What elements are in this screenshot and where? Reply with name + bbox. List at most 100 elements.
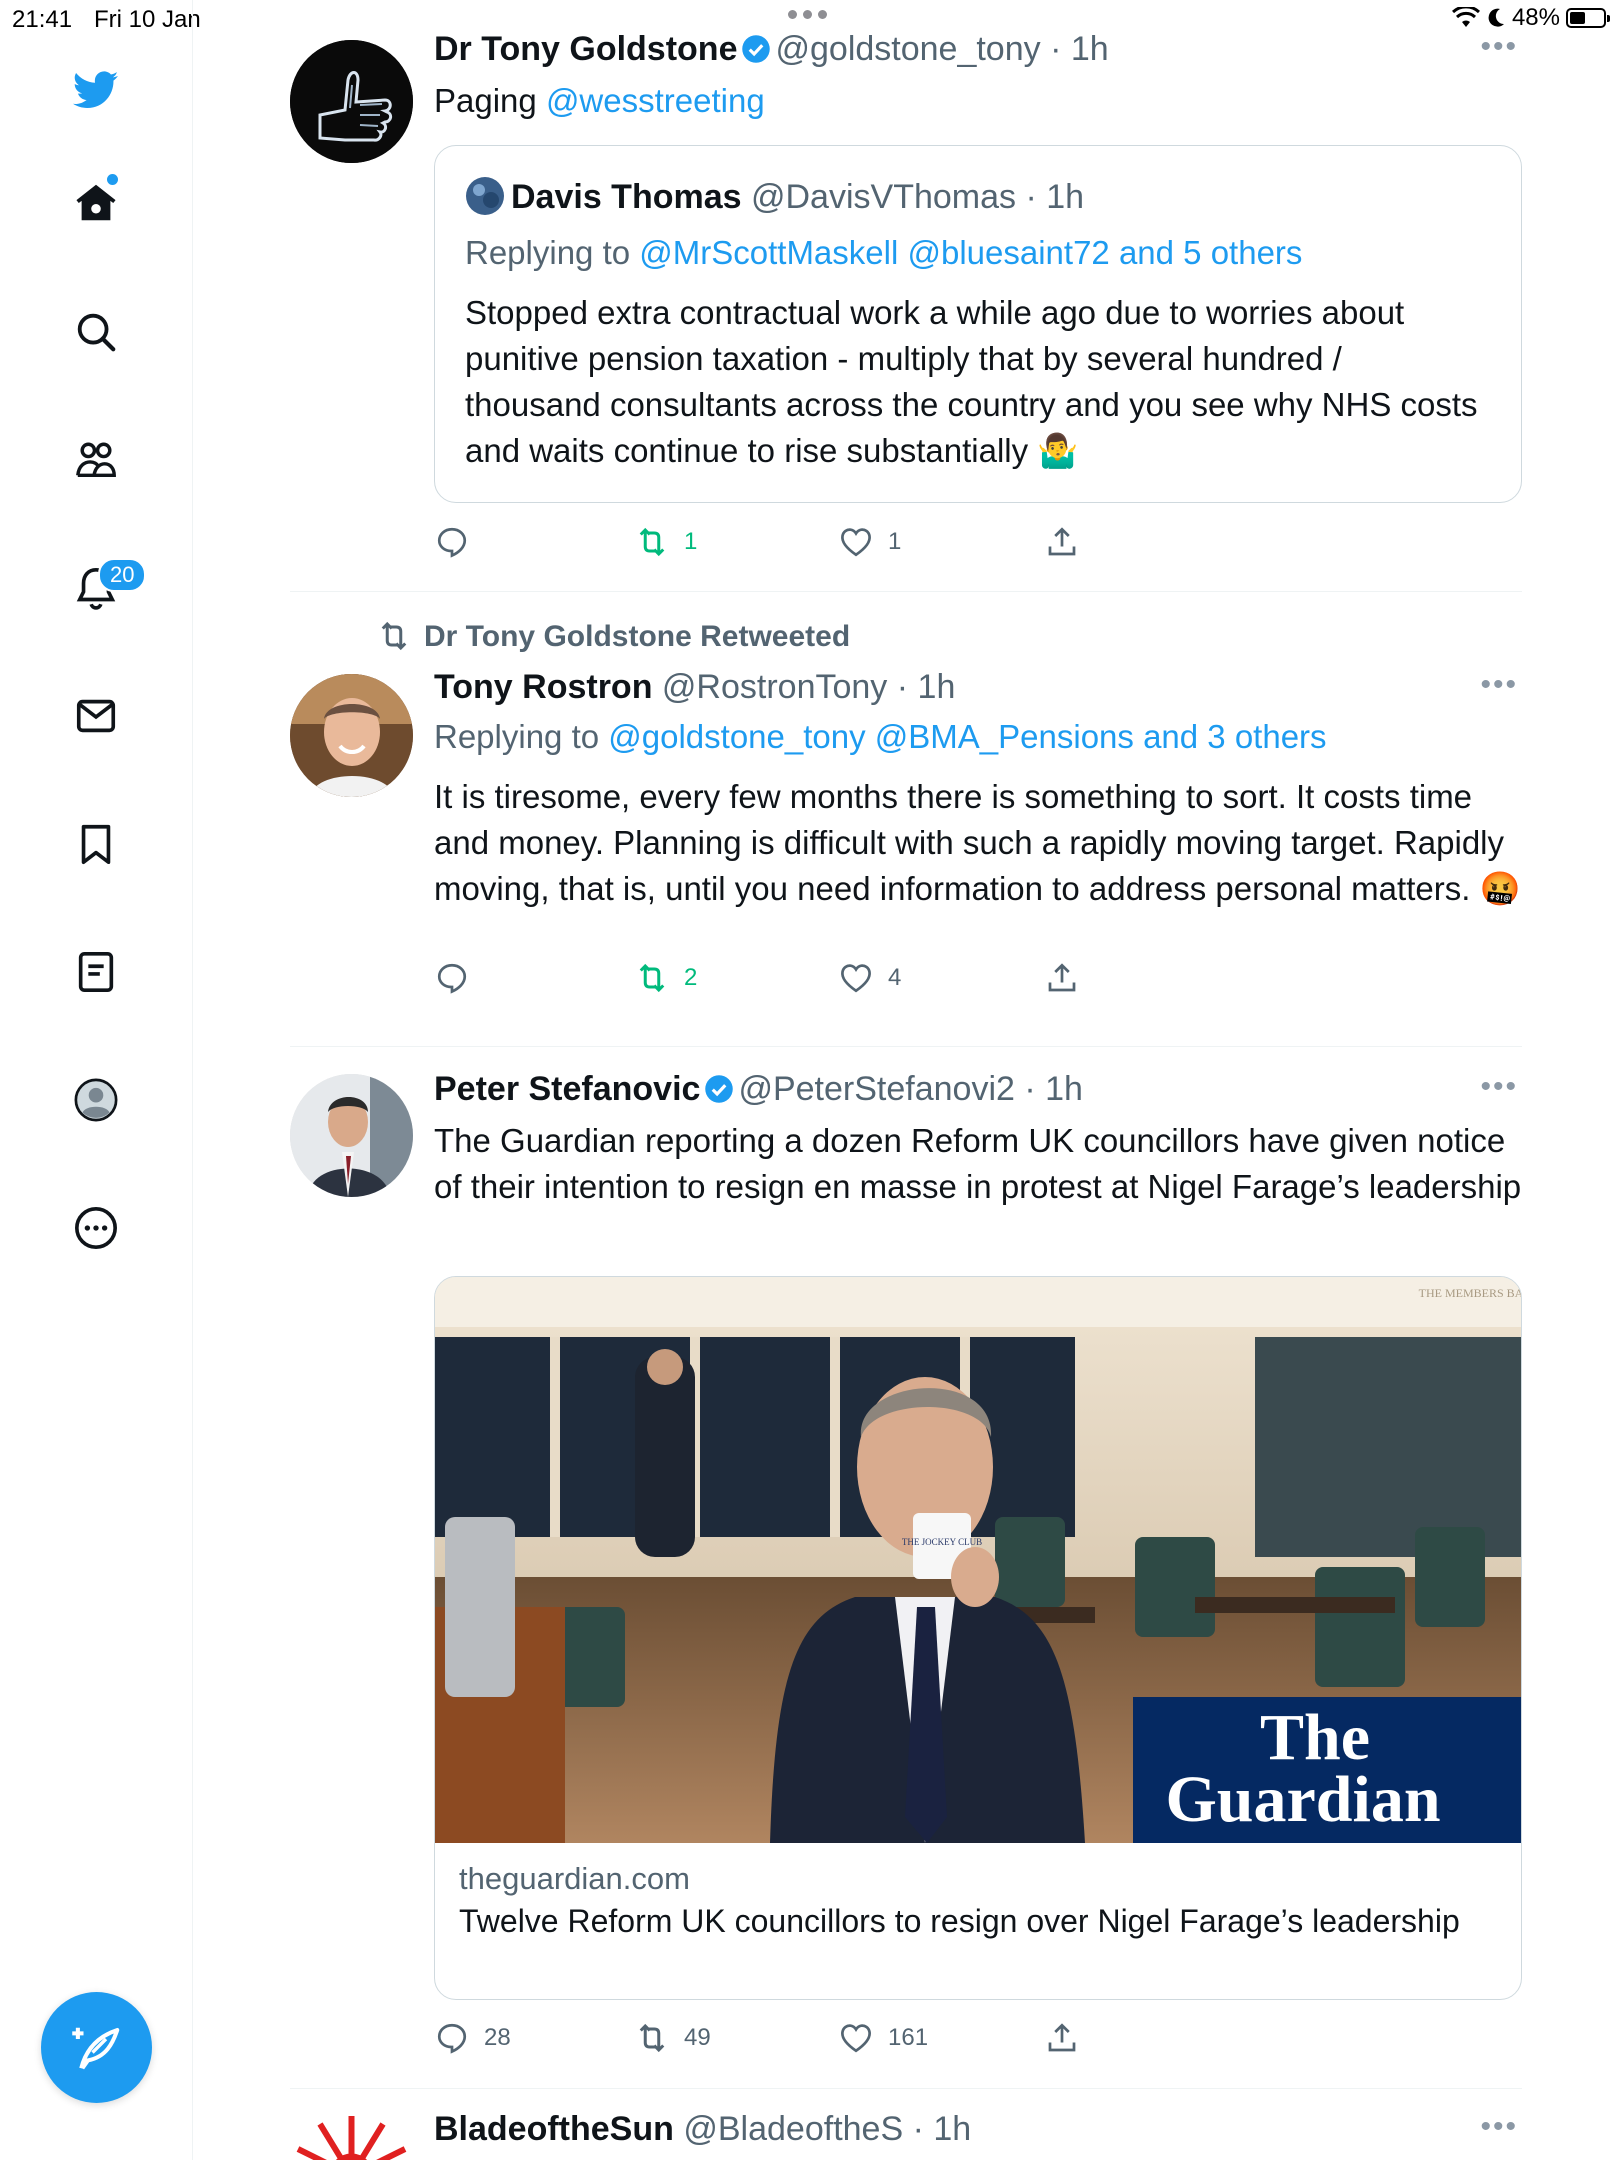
tweet-time[interactable]: · 1h xyxy=(1024,1070,1083,1108)
author-handle[interactable]: @goldstone_tony xyxy=(775,30,1040,68)
reply-icon xyxy=(437,963,467,994)
sidebar: 20 xyxy=(0,0,193,2160)
multitasking-dots-icon[interactable] xyxy=(788,10,827,19)
avatar[interactable] xyxy=(290,2114,413,2160)
retweet-button[interactable]: 49 xyxy=(634,2020,711,2056)
reply-count: 28 xyxy=(484,2024,511,2051)
tweet[interactable]: Peter Stefanovic @PeterStefanovi2 · 1h ••… xyxy=(290,1070,1522,2070)
author-handle[interactable]: @PeterStefanovi2 xyxy=(738,1070,1014,1108)
share-icon xyxy=(1048,527,1076,556)
quoted-tweet-text: Stopped extra contractual work a while a… xyxy=(465,294,1478,469)
tweet-actions: 2 4 xyxy=(434,960,1134,1000)
share-button[interactable] xyxy=(1044,960,1080,996)
mention-link[interactable]: @wesstreeting xyxy=(546,82,765,119)
wifi-icon xyxy=(1451,7,1480,27)
moon-icon xyxy=(1488,8,1504,27)
mug-text: THE JOCKEY CLUB xyxy=(902,1537,982,1547)
tweet-text: It is tiresome, every few months there i… xyxy=(434,778,1521,907)
share-button[interactable] xyxy=(1044,2020,1080,2056)
retweeted-by-label[interactable]: Dr Tony Goldstone Retweeted xyxy=(424,620,850,653)
share-icon xyxy=(1048,963,1076,992)
retweet-button[interactable]: 1 xyxy=(634,524,697,560)
replying-to-links[interactable]: @MrScottMaskell @bluesaint72 and 5 other… xyxy=(639,234,1302,271)
retweet-icon xyxy=(639,527,665,557)
tweet-divider xyxy=(290,2088,1522,2089)
verified-badge-icon xyxy=(705,1075,734,1103)
guardian-logo-line2: Guardian xyxy=(1165,1763,1440,1836)
retweet-count: 49 xyxy=(684,2024,711,2051)
avatar[interactable] xyxy=(290,40,413,163)
tweet-more-icon[interactable]: ••• xyxy=(1480,2110,1518,2144)
bookmarks-icon[interactable] xyxy=(66,814,126,874)
members-bar-sign: THE MEMBERS BAR xyxy=(1419,1286,1522,1300)
quoted-avatar xyxy=(466,177,504,215)
twitter-logo-icon[interactable] xyxy=(66,60,126,120)
link-card-domain: theguardian.com xyxy=(459,1861,690,1896)
author-name[interactable]: Peter Stefanovic xyxy=(434,1070,700,1108)
tweet-time[interactable]: · 1h xyxy=(897,668,956,706)
quoted-tweet[interactable]: Davis Thomas @DavisVThomas · 1h Replying… xyxy=(434,145,1522,503)
reply-icon xyxy=(437,527,467,558)
tweet[interactable]: BladeoftheSun @BladeoftheS · 1h ••• xyxy=(290,2110,1522,2160)
author-name[interactable]: BladeoftheSun xyxy=(434,2110,674,2148)
status-indicators: 48% xyxy=(1451,4,1610,32)
compose-feather-icon xyxy=(71,2027,119,2069)
replying-to-label: Replying to xyxy=(465,234,640,271)
author-name[interactable]: Tony Rostron xyxy=(434,668,652,706)
quoted-author-name: Davis Thomas xyxy=(511,178,742,216)
heart-icon xyxy=(841,528,871,557)
tweet-time[interactable]: · 1h xyxy=(913,2110,972,2148)
profile-avatar-icon[interactable] xyxy=(66,1070,126,1130)
lists-icon[interactable] xyxy=(66,942,126,1002)
quoted-author-handle: @DavisVThomas xyxy=(750,178,1017,216)
retweet-count: 2 xyxy=(684,964,698,991)
reply-button[interactable] xyxy=(434,960,484,996)
replying-to-links[interactable]: @goldstone_tony @BMA_Pensions and 3 othe… xyxy=(608,718,1326,755)
author-name[interactable]: Dr Tony Goldstone xyxy=(434,30,737,68)
tweet-time[interactable]: · 1h xyxy=(1050,30,1109,68)
like-count: 1 xyxy=(888,528,902,555)
battery-icon xyxy=(1566,8,1610,28)
quoted-replying-to: Replying to @MrScottMaskell @bluesaint72… xyxy=(465,234,1302,272)
retweet-icon xyxy=(639,2023,665,2053)
link-card[interactable]: THE JOCKEY CLUB THE MEMBERS BAR The Guar… xyxy=(434,1276,1522,2000)
tweet-actions: 1 1 xyxy=(434,524,1134,564)
reply-button[interactable]: 28 xyxy=(434,2020,511,2056)
tweet-text-prefix: Paging xyxy=(434,82,546,119)
like-count: 161 xyxy=(888,2024,929,2051)
tweet[interactable]: Dr Tony Goldstone Retweeted Tony Rostron… xyxy=(290,618,1522,1018)
retweeted-by: Dr Tony Goldstone Retweeted xyxy=(374,618,850,654)
tweet-divider xyxy=(290,591,1522,592)
tweet-more-icon[interactable]: ••• xyxy=(1480,30,1518,64)
retweet-indicator-icon xyxy=(381,621,407,651)
tweet-more-icon[interactable]: ••• xyxy=(1480,1070,1518,1104)
tweet[interactable]: Dr Tony Goldstone @goldstone_tony · 1h ••… xyxy=(290,30,1522,590)
notifications-badge: 20 xyxy=(98,558,147,592)
search-icon[interactable] xyxy=(66,302,126,362)
tweet-text: The Guardian reporting a dozen Reform UK… xyxy=(434,1122,1522,1205)
messages-icon[interactable] xyxy=(66,686,126,746)
like-button[interactable]: 161 xyxy=(838,2020,928,2056)
like-button[interactable]: 1 xyxy=(838,524,901,560)
link-card-title[interactable]: Twelve Reform UK councillors to resign o… xyxy=(459,1901,1479,1941)
tweet-more-icon[interactable]: ••• xyxy=(1480,668,1518,702)
avatar[interactable] xyxy=(290,1074,413,1197)
like-button[interactable]: 4 xyxy=(838,960,901,996)
share-icon xyxy=(1048,2023,1076,2052)
author-handle[interactable]: @BladeoftheS xyxy=(683,2110,903,2148)
share-button[interactable] xyxy=(1044,524,1080,560)
reply-button[interactable] xyxy=(434,524,484,560)
tweet-divider xyxy=(290,1046,1522,1047)
compose-tweet-button[interactable] xyxy=(41,1992,152,2103)
retweet-icon xyxy=(639,963,665,993)
avatar[interactable] xyxy=(290,674,413,797)
link-card-image[interactable]: THE JOCKEY CLUB THE MEMBERS BAR The Guar… xyxy=(435,1277,1522,1843)
communities-icon[interactable] xyxy=(66,430,126,490)
retweet-button[interactable]: 2 xyxy=(634,960,697,996)
battery-percent: 48% xyxy=(1511,4,1560,31)
author-handle[interactable]: @RostronTony xyxy=(662,668,887,706)
more-options-icon[interactable] xyxy=(66,1198,126,1258)
retweet-count: 1 xyxy=(684,528,698,555)
tweet-text: Paging @wesstreeting xyxy=(434,78,765,124)
home-unread-dot xyxy=(107,174,118,185)
